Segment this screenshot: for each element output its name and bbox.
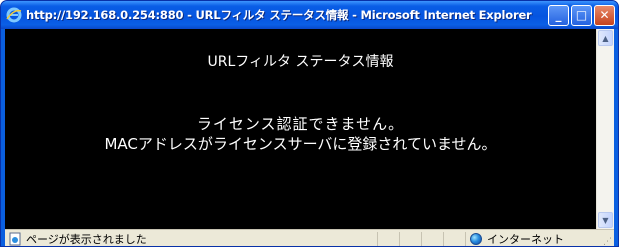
globe-icon	[470, 233, 482, 245]
security-zone[interactable]: インターネット	[465, 231, 600, 246]
status-cell	[421, 231, 443, 246]
vertical-scrollbar[interactable]: ▲ ▼	[596, 29, 614, 229]
browser-window: http://192.168.0.254:880 - URLフィルタ ステータス…	[0, 0, 619, 247]
resize-grip-icon[interactable]: ⋰	[600, 232, 612, 247]
internet-explorer-icon[interactable]	[6, 7, 22, 23]
status-bar: ページが表示されました インターネット ⋰	[5, 229, 614, 247]
status-cell	[399, 231, 421, 246]
error-message-line-1: ライセンス認証できません。	[196, 115, 405, 133]
scroll-up-button[interactable]: ▲	[598, 30, 613, 46]
scroll-down-button[interactable]: ▼	[598, 212, 613, 228]
zone-label: インターネット	[487, 233, 564, 246]
minimize-button[interactable]: _	[548, 4, 569, 26]
status-cell	[443, 231, 465, 246]
title-bar[interactable]: http://192.168.0.254:880 - URLフィルタ ステータス…	[1, 1, 618, 29]
window-title: http://192.168.0.254:880 - URLフィルタ ステータス…	[26, 8, 532, 22]
error-message-line-2: MACアドレスがライセンスサーバに登録されていません。	[104, 135, 497, 153]
status-text: ページが表示されました	[26, 233, 147, 246]
page-body: URLフィルタ ステータス情報 ライセンス認証できません。 MACアドレスがライ…	[5, 29, 596, 229]
maximize-button[interactable]: □	[571, 4, 592, 26]
page-title: URLフィルタ ステータス情報	[207, 54, 394, 70]
page-done-icon	[8, 232, 22, 246]
page-content: URLフィルタ ステータス情報 ライセンス認証できません。 MACアドレスがライ…	[5, 29, 614, 229]
close-button[interactable]: ✕	[594, 4, 615, 26]
status-main: ページが表示されました	[5, 230, 377, 246]
status-cell	[377, 231, 399, 246]
